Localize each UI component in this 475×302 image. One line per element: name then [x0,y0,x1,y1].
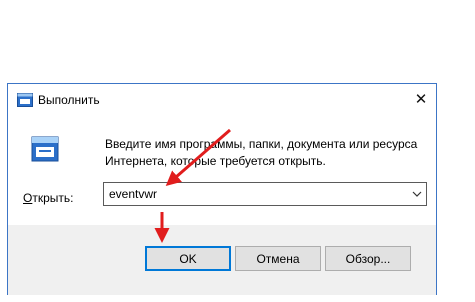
instructions-line-2: Интернета, которые требуется открыть. [105,154,326,168]
open-label-accelerator: О [23,191,33,205]
run-dialog: Выполнить ✕ Введите имя программы, папки… [7,83,437,295]
open-label-text: ткрыть: [32,191,74,205]
chevron-down-icon[interactable] [411,188,423,200]
run-app-icon [17,93,33,107]
close-button[interactable]: ✕ [406,84,436,114]
run-large-icon [31,136,59,162]
instructions-text: Введите имя программы, папки, документа … [105,136,425,170]
browse-button[interactable]: Обзор... [325,246,411,271]
window-title: Выполнить [38,93,100,107]
instructions-line-1: Введите имя программы, папки, документа … [105,137,418,151]
close-icon: ✕ [414,91,428,108]
open-combobox[interactable]: eventvwr [103,182,427,206]
cancel-button[interactable]: Отмена [235,246,321,271]
ok-button[interactable]: OK [145,246,231,271]
open-input-value[interactable]: eventvwr [109,187,157,201]
open-label: Открыть: [23,191,73,205]
title-bar[interactable]: Выполнить ✕ [8,84,436,114]
